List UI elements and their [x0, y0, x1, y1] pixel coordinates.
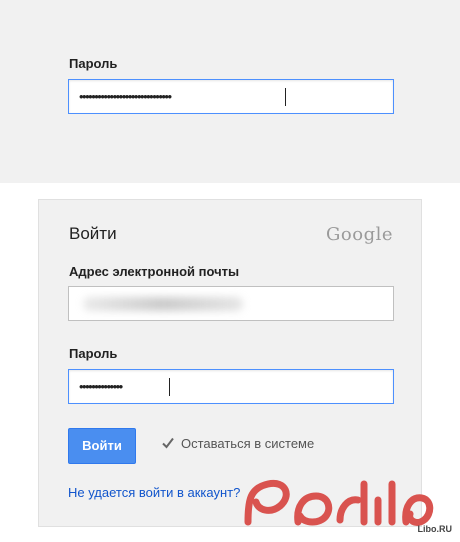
- top-password-panel: Пароль ••••••••••••••••••••••••••••••: [0, 0, 460, 183]
- blurred-email-value: [83, 297, 243, 311]
- google-logo: Google: [326, 224, 393, 245]
- top-password-value: ••••••••••••••••••••••••••••••: [79, 89, 172, 104]
- email-label: Адрес электронной почты: [69, 264, 240, 279]
- password-input[interactable]: ••••••••••••••: [68, 369, 394, 404]
- text-caret: [169, 378, 170, 396]
- stay-signed-in-checkbox[interactable]: Оставаться в системе: [161, 436, 314, 451]
- password-value: ••••••••••••••: [79, 379, 123, 394]
- text-caret: [285, 88, 286, 106]
- checkmark-icon: [162, 437, 174, 449]
- email-input[interactable]: [68, 286, 394, 321]
- stay-signed-in-label: Оставаться в системе: [181, 436, 315, 451]
- top-password-input[interactable]: ••••••••••••••••••••••••••••••: [68, 79, 394, 114]
- cant-sign-in-link[interactable]: Не удается войти в аккаунт?: [68, 485, 240, 500]
- top-password-label: Пароль: [69, 56, 118, 71]
- login-title: Войти: [69, 224, 117, 243]
- signin-button[interactable]: Войти: [68, 428, 136, 464]
- postila-watermark-logo: [244, 479, 434, 526]
- password-label: Пароль: [69, 346, 118, 361]
- libo-watermark: Libo.RU: [417, 524, 453, 534]
